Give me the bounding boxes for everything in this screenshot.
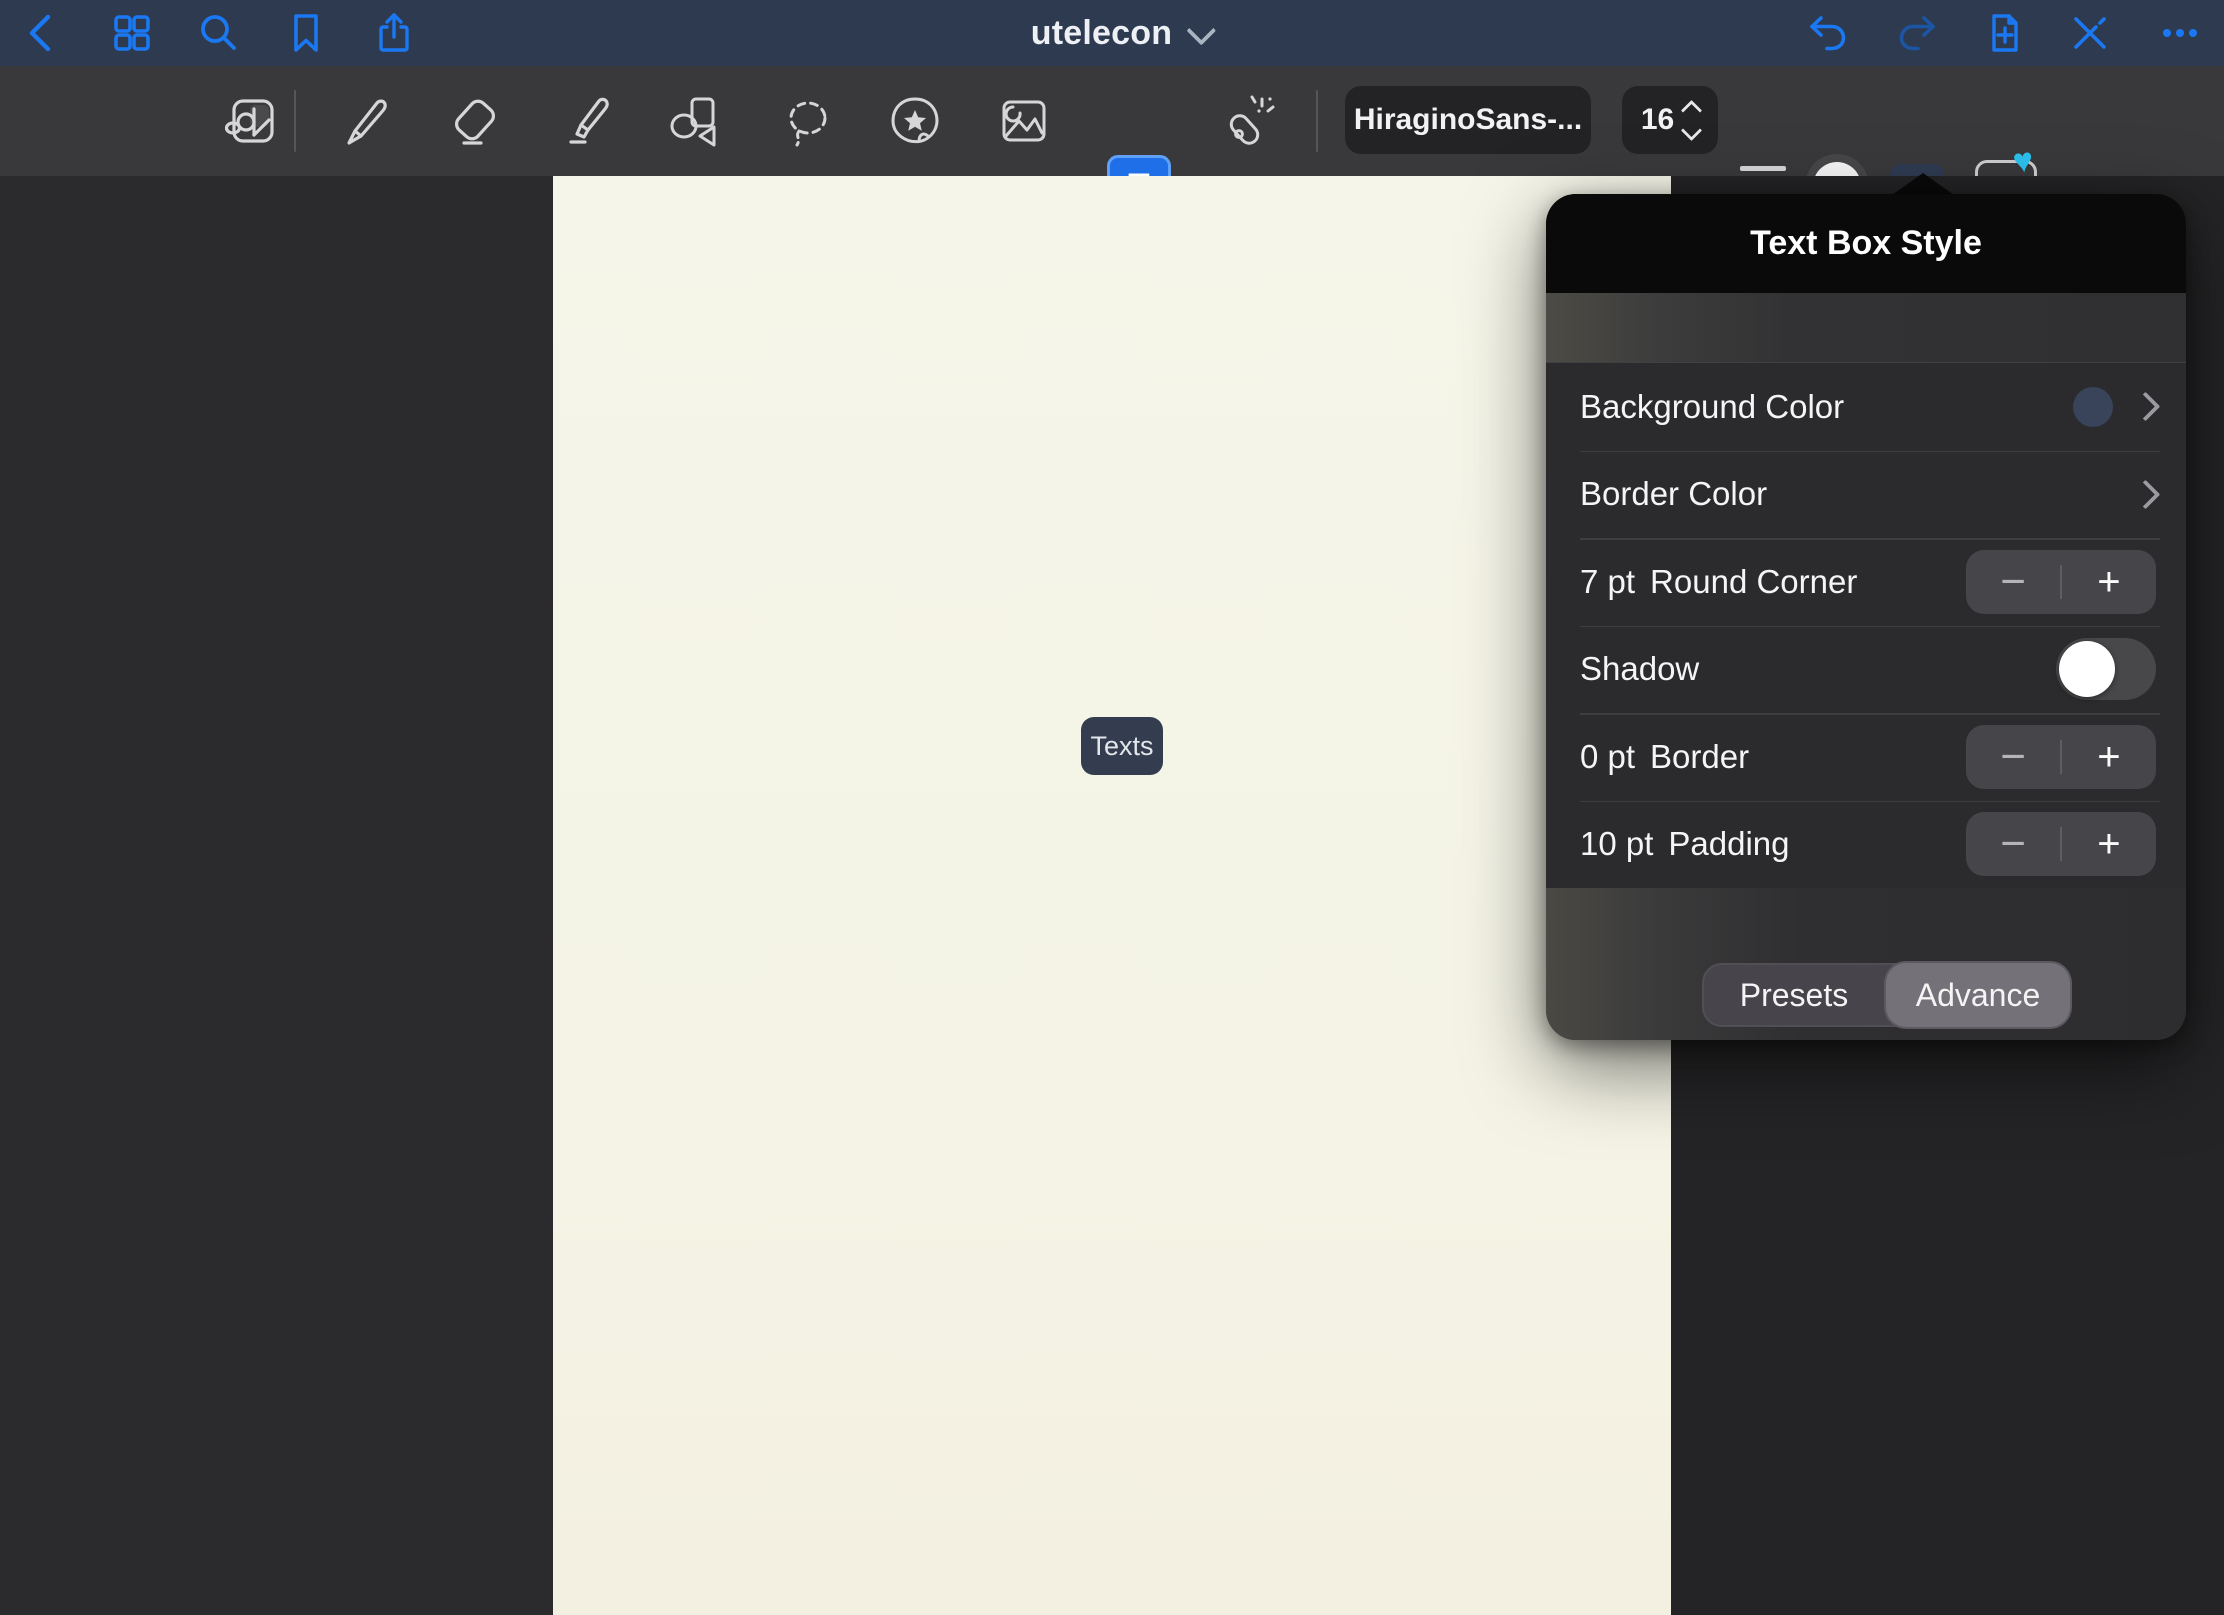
undo-button[interactable] — [1806, 11, 1850, 55]
stepper-divider — [2060, 827, 2062, 861]
padding-label: Padding — [1668, 825, 1789, 863]
ellipsis-icon — [2158, 10, 2202, 56]
popover-translucent-band — [1546, 293, 2186, 363]
bookmark-button[interactable] — [284, 11, 328, 55]
zoom-window-icon — [220, 89, 284, 153]
thumbnails-button[interactable] — [110, 11, 154, 55]
toolbar-separator — [1316, 90, 1318, 152]
shadow-toggle-off[interactable] — [2056, 638, 2156, 700]
background-color-swatch — [2073, 387, 2113, 427]
search-button[interactable] — [196, 11, 240, 55]
redo-button[interactable] — [1895, 11, 1939, 55]
shadow-label: Shadow — [1580, 650, 1699, 688]
border-width-value: 0 pt — [1580, 738, 1635, 776]
stepper-divider — [2060, 565, 2062, 599]
sticker-tool-button[interactable] — [883, 89, 947, 153]
font-name-label: HiraginoSans-... — [1354, 103, 1582, 137]
image-icon — [992, 89, 1056, 153]
size-up-down-icon — [1684, 103, 1699, 138]
undo-icon — [1806, 10, 1850, 56]
editing-toolbar: T HiraginoSans-... 16 — [0, 66, 2224, 176]
add-page-button[interactable] — [1983, 11, 2027, 55]
round-corner-stepper: − + — [1966, 550, 2156, 614]
chevron-right-icon — [2131, 392, 2161, 422]
presets-advance-segmented-control: Presets Advance — [1702, 963, 2070, 1027]
padding-value: 10 pt — [1580, 825, 1653, 863]
document-title: utelecon — [1031, 14, 1172, 53]
padding-row: 10 pt Padding − + — [1546, 801, 2186, 889]
border-color-row[interactable]: Border Color — [1546, 451, 2186, 539]
stepper-divider — [2060, 740, 2062, 774]
canvas-background-left — [0, 176, 553, 1615]
align-left-icon — [1740, 166, 1786, 171]
popover-header: Text Box Style — [1546, 194, 2186, 293]
segment-advance-selected[interactable]: Advance — [1886, 963, 2070, 1027]
laser-pointer-icon — [1215, 89, 1279, 153]
pen-icon — [333, 89, 397, 153]
image-tool-button[interactable] — [992, 89, 1056, 153]
font-name-button[interactable]: HiraginoSans-... — [1345, 86, 1591, 154]
eraser-icon — [443, 89, 507, 153]
redo-icon — [1895, 10, 1939, 56]
document-title-area: utelecon — [0, 0, 2224, 66]
highlighter-icon — [555, 89, 619, 153]
shadow-row: Shadow — [1546, 626, 2186, 714]
lasso-icon — [774, 89, 838, 153]
share-button[interactable] — [372, 11, 416, 55]
segment-presets[interactable]: Presets — [1702, 963, 1886, 1027]
font-size-stepper[interactable]: 16 — [1622, 86, 1718, 154]
chevron-down-icon — [1187, 15, 1217, 45]
search-icon — [196, 11, 240, 55]
back-button[interactable] — [21, 11, 65, 55]
popover-arrow — [1892, 173, 1954, 195]
end-editing-button[interactable] — [2068, 11, 2112, 55]
border-width-label: Border — [1650, 738, 1749, 776]
canvas-text-box[interactable]: Texts — [1081, 717, 1163, 775]
document-title-button[interactable]: utelecon — [1031, 14, 1209, 53]
round-corner-value: 7 pt — [1580, 563, 1635, 601]
shapes-tool-button[interactable] — [662, 89, 726, 153]
chevron-right-icon — [2131, 479, 2161, 509]
pen-tool-button[interactable] — [333, 89, 397, 153]
toolbar-separator — [294, 90, 296, 152]
zoom-window-tool-button[interactable] — [220, 89, 284, 153]
padding-stepper: − + — [1966, 812, 2156, 876]
border-width-row: 0 pt Border − + — [1546, 713, 2186, 801]
lasso-tool-button[interactable] — [774, 89, 838, 153]
laser-pointer-tool-button[interactable] — [1215, 89, 1279, 153]
crossed-pencil-icon — [2068, 10, 2112, 56]
toggle-knob — [2059, 641, 2115, 697]
add-page-icon — [1983, 10, 2027, 56]
text-box-style-popover: Text Box Style Background Color Border C… — [1546, 194, 2186, 1040]
share-icon — [372, 11, 416, 55]
border-width-stepper: − + — [1966, 725, 2156, 789]
sticker-star-icon — [883, 89, 947, 153]
highlighter-tool-button[interactable] — [555, 89, 619, 153]
background-color-row[interactable]: Background Color — [1546, 363, 2186, 451]
bookmark-icon — [284, 11, 328, 55]
more-options-button[interactable] — [2158, 11, 2202, 55]
shapes-icon — [662, 89, 726, 153]
popover-footer: Presets Advance — [1546, 888, 2186, 1040]
notebook-page[interactable] — [553, 176, 1671, 1615]
border-color-label: Border Color — [1580, 475, 1767, 513]
background-color-label: Background Color — [1580, 388, 1844, 426]
grid-icon — [110, 11, 154, 55]
round-corner-row: 7 pt Round Corner − + — [1546, 538, 2186, 626]
eraser-tool-button[interactable] — [443, 89, 507, 153]
round-corner-label: Round Corner — [1650, 563, 1857, 601]
font-size-value: 16 — [1641, 103, 1674, 137]
chevron-left-icon — [21, 11, 65, 55]
style-settings-list: Background Color Border Color 7 pt Round… — [1546, 363, 2186, 888]
popover-title: Text Box Style — [1750, 224, 1982, 263]
top-navigation-bar: utelecon — [0, 0, 2224, 66]
goodnotes-app-window: utelecon — [0, 0, 2224, 1615]
text-box-content: Texts — [1090, 731, 1153, 762]
